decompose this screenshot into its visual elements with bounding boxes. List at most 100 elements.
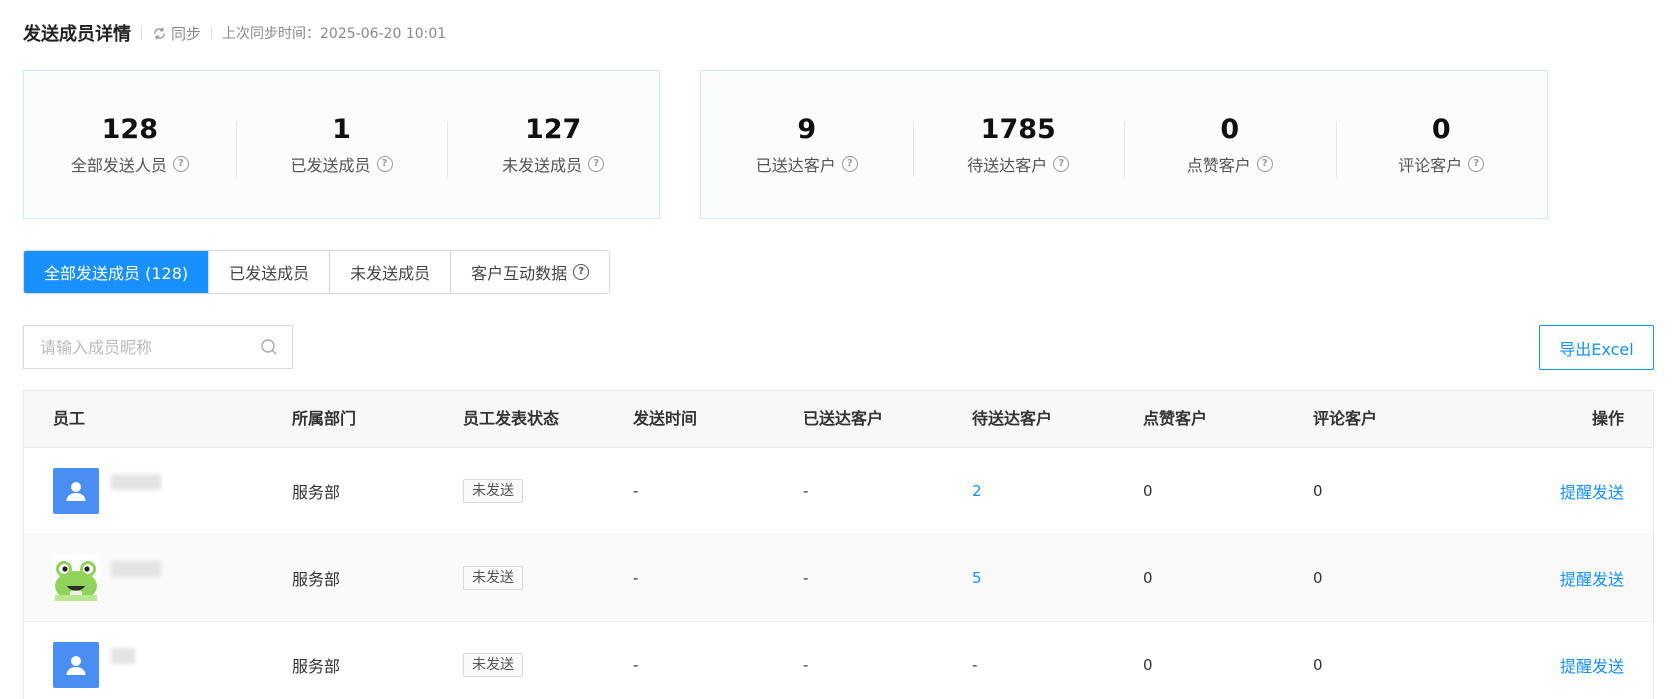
tab-customer-interaction[interactable]: 客户互动数据 ?	[450, 251, 609, 293]
stat-label: 已发送成员	[290, 155, 371, 175]
comments-cell: 0	[1313, 656, 1323, 674]
tab-sent-members[interactable]: 已发送成员	[208, 251, 329, 293]
status-badge: 未发送	[463, 653, 523, 677]
avatar	[53, 642, 99, 688]
stat-label-wrap: 评论客户 ?	[1398, 152, 1485, 176]
help-icon[interactable]: ?	[1053, 155, 1070, 172]
stat-value: 0	[1431, 113, 1451, 145]
tab-unsent-members[interactable]: 未发送成员	[329, 251, 450, 293]
stat-value: 1785	[980, 113, 1056, 145]
column-header-pending: 待送达客户	[972, 409, 1053, 428]
employee-name-redacted	[111, 561, 161, 577]
table-row: 服务部 未发送 - - - 0 0 提醒发送	[24, 622, 1653, 699]
avatar	[53, 555, 99, 601]
stat-all-members: 128 全部发送人员 ?	[24, 113, 236, 177]
employee-cell	[53, 535, 161, 621]
stat-label: 已送达客户	[755, 155, 836, 175]
stat-label-wrap: 未发送成员 ?	[502, 152, 605, 176]
likes-cell: 0	[1143, 656, 1153, 674]
default-avatar-icon	[66, 482, 86, 501]
likes-cell: 0	[1143, 482, 1153, 500]
send-member-details-page: 发送成员详情 同步 上次同步时间：2025-06-20 10:01 128 全部…	[0, 0, 1677, 699]
table-header: 员工 所属部门 员工发表状态 发送时间 已送达客户 待送达客户 点赞客户 评论客…	[24, 391, 1653, 448]
stat-value: 127	[524, 113, 582, 145]
table-row: 服务部 未发送 - - 2 0 0 提醒发送	[24, 448, 1653, 535]
member-table: 员工 所属部门 员工发表状态 发送时间 已送达客户 待送达客户 点赞客户 评论客…	[23, 390, 1654, 699]
column-header-department: 所属部门	[292, 409, 357, 428]
action-cell: 提醒发送	[1560, 448, 1624, 534]
help-icon[interactable]: ?	[1256, 155, 1273, 172]
tab-label: 未发送成员	[350, 264, 431, 283]
tab-label: 已发送成员	[229, 264, 310, 283]
stat-label: 未发送成员	[502, 155, 583, 175]
likes-cell: 0	[1143, 569, 1153, 587]
stat-label-wrap: 待送达客户 ?	[967, 152, 1070, 176]
status-cell: 未发送	[463, 622, 523, 699]
tab-label: 全部发送成员 (128)	[44, 264, 189, 283]
stat-pending-customers: 1785 待送达客户 ?	[912, 113, 1125, 177]
member-search-input[interactable]	[38, 336, 260, 358]
member-tabs: 全部发送成员 (128) 已发送成员 未发送成员 客户互动数据 ?	[23, 250, 611, 294]
help-icon[interactable]: ?	[172, 155, 189, 172]
comments-cell: 0	[1313, 482, 1323, 500]
stat-label: 评论客户	[1398, 155, 1463, 175]
pending-count-link[interactable]: 2	[972, 448, 982, 534]
department-cell: 服务部	[292, 657, 341, 676]
default-avatar-icon	[66, 656, 86, 675]
column-header-delivered: 已送达客户	[803, 409, 884, 428]
employee-cell	[53, 448, 161, 534]
stat-comment-customers: 0 评论客户 ?	[1335, 113, 1548, 177]
department-cell: 服务部	[292, 570, 341, 589]
action-cell: 提醒发送	[1560, 622, 1624, 699]
page-header: 发送成员详情 同步 上次同步时间：2025-06-20 10:01	[23, 20, 446, 46]
stat-unsent-members: 127 未发送成员 ?	[447, 113, 659, 177]
stat-delivered-customers: 9 已送达客户 ?	[701, 113, 913, 177]
stat-label: 全部发送人员	[70, 155, 167, 175]
sync-button[interactable]: 同步	[152, 23, 201, 44]
send-time-cell: -	[633, 656, 639, 674]
help-icon[interactable]: ?	[588, 155, 605, 172]
delivered-cell: -	[803, 482, 809, 500]
employee-cell	[53, 622, 135, 699]
employee-name-redacted	[111, 474, 161, 490]
column-header-comments: 评论客户	[1313, 409, 1378, 428]
avatar	[53, 468, 99, 514]
pending-count-link[interactable]: 5	[972, 535, 982, 621]
stat-label: 点赞客户	[1186, 155, 1251, 175]
stat-label-wrap: 已送达客户 ?	[756, 152, 858, 176]
tab-label: 客户互动数据	[471, 264, 568, 283]
employee-name-redacted	[111, 648, 135, 664]
comments-cell: 0	[1313, 569, 1323, 587]
help-icon[interactable]: ?	[841, 155, 858, 172]
action-cell: 提醒发送	[1560, 535, 1624, 621]
stat-value: 9	[797, 113, 817, 145]
export-excel-button[interactable]: 导出Excel	[1539, 325, 1654, 370]
help-icon[interactable]: ?	[573, 264, 590, 280]
help-icon[interactable]: ?	[1468, 155, 1485, 172]
stat-label-wrap: 点赞客户 ?	[1187, 152, 1273, 176]
member-stats-card: 128 全部发送人员 ? 1 已发送成员 ? 127 未发送成员 ?	[23, 70, 660, 219]
remind-send-link[interactable]: 提醒发送	[1560, 653, 1624, 677]
table-row: 服务部 未发送 - - 5 0 0 提醒发送	[24, 535, 1653, 622]
stat-label-wrap: 已发送成员 ?	[291, 152, 393, 176]
send-time-cell: -	[633, 482, 639, 500]
stat-value: 0	[1220, 113, 1240, 145]
status-badge: 未发送	[463, 479, 523, 503]
help-icon[interactable]: ?	[376, 155, 393, 172]
department-cell: 服务部	[292, 483, 341, 502]
pending-cell: -	[972, 656, 978, 674]
search-icon[interactable]	[260, 338, 278, 356]
stat-label: 待送达客户	[967, 155, 1048, 175]
delivered-cell: -	[803, 569, 809, 587]
remind-send-link[interactable]: 提醒发送	[1560, 566, 1624, 590]
column-header-send-time: 发送时间	[633, 409, 698, 428]
customer-stats-card: 9 已送达客户 ? 1785 待送达客户 ? 0 点赞客户 ? 0 评论客户 ?	[700, 70, 1548, 219]
send-time-cell: -	[633, 569, 639, 587]
column-header-actions: 操作	[1591, 409, 1624, 428]
stat-sent-members: 1 已发送成员 ?	[235, 113, 448, 177]
delivered-cell: -	[803, 656, 809, 674]
stat-like-customers: 0 点赞客户 ?	[1124, 113, 1336, 177]
stat-value: 1	[332, 113, 351, 145]
remind-send-link[interactable]: 提醒发送	[1560, 479, 1624, 503]
tab-all-members[interactable]: 全部发送成员 (128)	[24, 251, 209, 293]
